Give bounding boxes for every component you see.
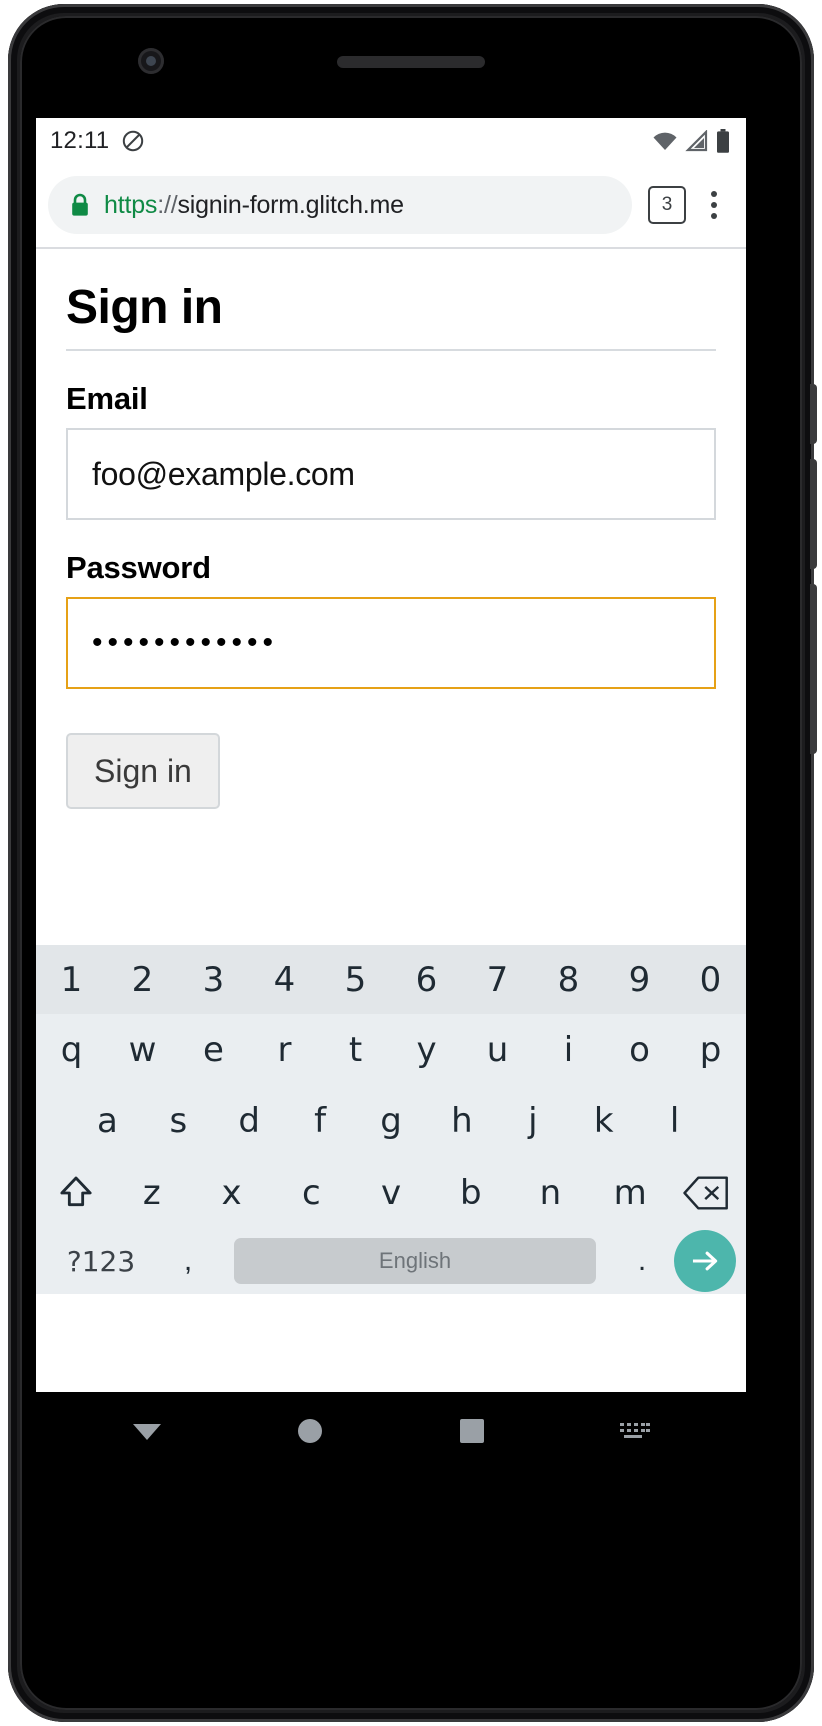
password-label: Password: [66, 550, 211, 586]
url-separator: ://: [157, 190, 178, 219]
side-button-volume-down[interactable]: [810, 459, 817, 569]
key-8[interactable]: 8: [533, 963, 604, 997]
hide-keyboard-glyph: [619, 1423, 650, 1438]
key-m[interactable]: m: [590, 1176, 670, 1210]
title-divider: [66, 349, 716, 352]
on-screen-keyboard: 1 2 3 4 5 6 7 8 9 0 q w e r t y u i o p …: [36, 945, 746, 1294]
hide-keyboard-icon[interactable]: [590, 1419, 680, 1443]
key-g[interactable]: g: [356, 1104, 427, 1138]
shift-glyph: [60, 1176, 92, 1206]
back-icon[interactable]: [102, 1418, 192, 1444]
password-field-group: Password ••••••••••••: [66, 550, 716, 690]
back-glyph: [133, 1424, 162, 1440]
wifi-icon: [653, 132, 677, 150]
web-page-content: Sign in Email foo@example.com Password •…: [36, 249, 746, 945]
home-glyph: [297, 1419, 322, 1443]
tab-switcher-button[interactable]: 3: [648, 186, 686, 224]
comma-key[interactable]: ,: [156, 1244, 220, 1278]
key-x[interactable]: x: [192, 1176, 272, 1210]
keyboard-top-row: q w e r t y u i o p: [36, 1014, 746, 1085]
earpiece-speaker: [337, 56, 485, 68]
key-c[interactable]: c: [271, 1176, 351, 1210]
key-w[interactable]: w: [107, 1033, 178, 1067]
dnd-icon: [123, 130, 144, 151]
key-u[interactable]: u: [462, 1033, 533, 1067]
status-right-icons: [652, 128, 730, 153]
url-text: https://signin-form.glitch.me: [104, 191, 404, 220]
status-bar: 12:11: [36, 118, 746, 163]
recents-icon[interactable]: [427, 1418, 517, 1444]
key-q[interactable]: q: [36, 1033, 107, 1067]
key-a[interactable]: a: [72, 1104, 143, 1138]
key-5[interactable]: 5: [320, 963, 391, 997]
menu-dot: [711, 213, 717, 219]
key-s[interactable]: s: [143, 1104, 214, 1138]
lock-icon: [72, 193, 88, 216]
browser-toolbar: https://signin-form.glitch.me 3: [36, 163, 746, 247]
key-y[interactable]: y: [391, 1033, 462, 1067]
key-t[interactable]: t: [320, 1033, 391, 1067]
key-p[interactable]: p: [675, 1033, 746, 1067]
password-input[interactable]: ••••••••••••: [66, 597, 716, 690]
key-k[interactable]: k: [568, 1104, 639, 1138]
key-1[interactable]: 1: [36, 963, 107, 997]
page-title: Sign in: [66, 281, 223, 334]
key-2[interactable]: 2: [107, 963, 178, 997]
period-key[interactable]: .: [610, 1244, 674, 1278]
key-6[interactable]: 6: [391, 963, 462, 997]
overflow-menu-icon[interactable]: [692, 191, 736, 219]
key-4[interactable]: 4: [249, 963, 320, 997]
keyboard-bottom-letter-row: z x c v b n m: [36, 1157, 746, 1228]
space-key[interactable]: English: [234, 1238, 596, 1285]
key-i[interactable]: i: [533, 1033, 604, 1067]
keyboard-function-row: ?123 , English .: [36, 1229, 746, 1294]
menu-dot: [711, 202, 717, 208]
key-f[interactable]: f: [285, 1104, 356, 1138]
enter-arrow-icon[interactable]: [674, 1230, 736, 1293]
android-nav-bar: [36, 1392, 746, 1470]
key-n[interactable]: n: [511, 1176, 591, 1210]
side-button-volume-up[interactable]: [810, 384, 817, 444]
email-field-group: Email foo@example.com: [66, 381, 716, 521]
key-l[interactable]: l: [639, 1104, 710, 1138]
url-scheme: https: [104, 190, 158, 219]
key-0[interactable]: 0: [675, 963, 746, 997]
key-9[interactable]: 9: [604, 963, 675, 997]
key-e[interactable]: e: [178, 1033, 249, 1067]
key-r[interactable]: r: [249, 1033, 320, 1067]
status-left-icons: [121, 129, 145, 153]
shift-icon[interactable]: [40, 1173, 112, 1213]
recents-glyph: [460, 1419, 485, 1443]
status-time: 12:11: [50, 126, 110, 154]
keyboard-home-row: a s d f g h j k l: [36, 1086, 746, 1157]
email-label: Email: [66, 381, 148, 417]
phone-screen: 12:11 h ttps://signin-form.glitch.me 3 Si…: [36, 118, 746, 1392]
email-input[interactable]: foo@example.com: [66, 428, 716, 521]
key-3[interactable]: 3: [178, 963, 249, 997]
signal-icon: [685, 129, 708, 151]
keyboard-number-row: 1 2 3 4 5 6 7 8 9 0: [36, 945, 746, 1015]
url-host: signin-form.glitch.me: [177, 190, 404, 219]
enter-arrow-glyph: [692, 1251, 718, 1271]
side-button-power[interactable]: [810, 584, 817, 754]
key-o[interactable]: o: [604, 1033, 675, 1067]
key-7[interactable]: 7: [462, 963, 533, 997]
battery-icon: [717, 128, 729, 153]
url-bar[interactable]: https://signin-form.glitch.me: [48, 176, 632, 234]
password-masked-value: ••••••••••••: [92, 626, 279, 660]
symbols-key[interactable]: ?123: [46, 1245, 156, 1278]
home-icon[interactable]: [265, 1417, 355, 1445]
key-h[interactable]: h: [426, 1104, 497, 1138]
menu-dot: [711, 191, 717, 197]
key-z[interactable]: z: [112, 1176, 192, 1210]
key-v[interactable]: v: [351, 1176, 431, 1210]
key-j[interactable]: j: [497, 1104, 568, 1138]
front-camera: [138, 48, 164, 74]
backspace-glyph: [683, 1176, 728, 1210]
backspace-icon[interactable]: [670, 1176, 742, 1210]
sign-in-button[interactable]: Sign in: [66, 733, 220, 810]
key-d[interactable]: d: [214, 1104, 285, 1138]
key-b[interactable]: b: [431, 1176, 511, 1210]
